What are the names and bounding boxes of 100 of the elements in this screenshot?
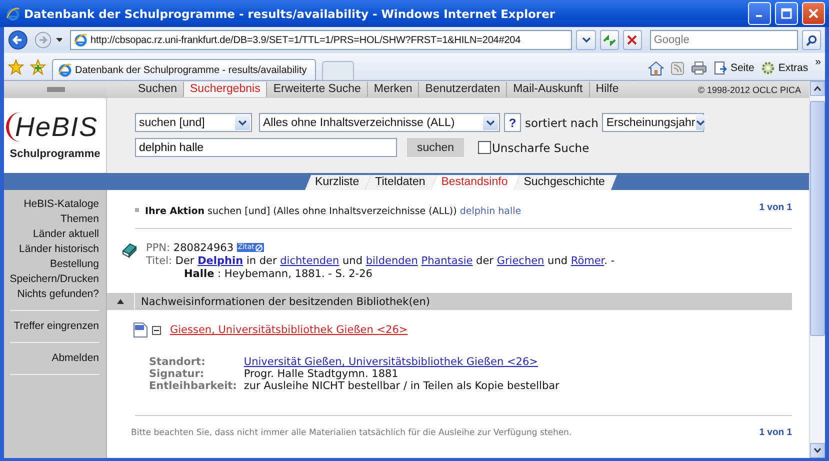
page-icon [58,63,72,77]
print-icon[interactable] [691,61,708,75]
nav-tab[interactable]: Benutzerdaten [418,82,506,97]
view-tab[interactable]: Titeldaten [365,175,438,190]
title-link[interactable]: Delphin [198,255,244,267]
library-link[interactable]: Giessen, Universitätsbibliothek Gießen <26> [170,324,408,336]
nav-tab[interactable]: Erweiterte Suche [266,82,367,97]
copyright-text: © 1998-2012 OCLC PICA [698,84,802,94]
nav-tab[interactable]: Mail-Auskunft [506,82,589,97]
field-value: Progr. Halle Stadtgymn. 1881 [244,368,400,380]
checkbox-label: Unscharfe Suche [492,140,590,154]
stop-button[interactable] [622,30,642,50]
caret-icon[interactable] [56,38,62,42]
title-link[interactable]: Griechen [496,255,544,267]
field-label: Entleihbarkeit: [149,380,237,392]
help-button[interactable]: ? [504,113,521,132]
field-label: Signatur: [149,368,206,380]
sidebar-item[interactable]: Treffer eingrenzen [14,319,99,334]
sidebar-item[interactable]: HeBIS-Kataloge [24,197,99,212]
caret-icon [814,86,821,91]
view-tab[interactable]: Kurzliste [305,175,372,190]
scroll-thumb[interactable] [810,101,825,336]
page-icon [714,61,728,75]
pager-text: 1 von 1 [759,202,792,213]
ppn-value: 280824963 [173,242,234,254]
gear-icon [761,61,776,75]
logo-subtitle: Schulprogramme [10,148,100,160]
sidebar-item[interactable]: Nichts gefunden? [17,287,99,302]
caret-icon [814,448,821,453]
imprint-text: Halle : Heybemann, 1881. - S. 2-26 [183,268,374,281]
query-field[interactable]: delphin halle [135,138,397,157]
search-icon [806,34,817,46]
close-icon [808,8,819,19]
field-value: zur Ausleihe NICHT bestellbar / in Teilen als Kopie bestellbar [244,380,560,392]
caret-icon [582,37,590,43]
browser-icon [6,6,20,20]
sidebar-item[interactable]: Bestellung [50,257,99,272]
pager-text: 1 von 1 [759,427,792,438]
nav-tab[interactable]: Suchergebnis [183,82,266,97]
book-icon [121,242,138,258]
back-button[interactable] [8,29,30,51]
search-button[interactable] [802,30,821,50]
overflow-button[interactable]: » [815,56,821,68]
sidebar-item[interactable]: Abmelden [52,351,99,366]
checkbox[interactable] [478,141,491,154]
footer-note: Bitte beachten Sie, dass nicht immer alle Materialien tatsächlich für die Ausleihe zur Verfügung stehen. [131,428,572,438]
sidebar-item[interactable]: Themen [60,212,99,227]
window-title: Datenbank der Schulprogramme - results/availability - Windows Internet Explorer [24,6,556,20]
nav-tab[interactable]: Hilfe [588,82,625,97]
scroll-down-button[interactable] [810,443,825,458]
scrollbar[interactable] [809,81,825,458]
document-icon [133,322,149,338]
title-link[interactable]: Phantasie [421,255,473,267]
nav-tab[interactable]: Suchen [132,82,184,97]
operator-dropdown[interactable]: suchen [und] [135,113,252,132]
ppn-label: PPN: [146,242,170,254]
tools-menu[interactable]: Extras [761,61,808,75]
title-text: Titel: Der Delphin in der dichtenden und bildenden Phantasie der Griechen und Römer. - [146,255,615,268]
caret-icon [696,120,706,126]
refresh-icon [602,34,616,46]
scroll-up-button[interactable] [810,81,825,96]
view-tab[interactable]: Suchgeschichte [514,175,617,190]
search-button[interactable]: suchen [407,138,464,157]
stop-icon [627,35,638,45]
sidebar-item[interactable]: Länder historisch [19,242,99,257]
section-title: Nachweisinformationen der besitzenden Bibliothek(en) [140,296,430,308]
browser-tab[interactable]: Datenbank der Schulprogramme - results/availability [52,59,316,80]
page-icon [74,33,88,47]
collapse-icon[interactable] [152,326,161,334]
search-field[interactable]: Google [650,30,798,50]
field-label: Standort: [149,356,206,368]
logo: HeBIS [6,112,104,142]
sidebar-item[interactable]: Speichern/Drucken [10,272,99,287]
link-icon [255,244,264,252]
index-dropdown[interactable]: Alles ohne Inhaltsverzeichnisse (ALL) [259,113,500,132]
home-icon[interactable] [648,60,664,76]
minimize-button[interactable] [748,2,771,25]
location-link[interactable]: Universität Gießen, Universitätsbibliothek Gießen <26> [244,356,792,368]
caret-icon [238,120,247,126]
action-text: Ihre Aktion suchen [und] (Alles ohne Inhaltsverzeichnisse (ALL)) delphin halle [135,202,522,217]
title-link[interactable]: bildenden [366,255,418,267]
sort-dropdown[interactable]: Erscheinungsjahr [602,113,704,132]
maximize-button[interactable] [775,2,798,25]
refresh-button[interactable] [600,30,619,50]
title-link[interactable]: Römer [570,255,604,267]
view-tab[interactable]: Bestandsinfo [431,175,520,190]
sort-label: sortiert nach [525,116,598,130]
close-button[interactable] [802,2,825,25]
maximize-icon [781,8,792,19]
collapse-icon [117,299,124,304]
caret-icon [486,120,495,126]
add-favorite-icon[interactable] [30,58,46,74]
page-menu[interactable]: Seite [714,61,754,75]
dropdown-button[interactable] [576,30,596,50]
star-icon[interactable] [8,58,24,74]
nav-tab[interactable]: Merken [366,82,418,97]
handle-icon[interactable] [46,87,64,92]
address-field[interactable]: http://cbsopac.rz.uni-frankfurt.de/DB=3.9/SET=1/TTL=1/PRS=HOL/SHW?FRST=1&HILN=204#204 [70,30,572,50]
sidebar-item[interactable]: Länder aktuell [33,227,99,242]
title-link[interactable]: dichtenden [280,255,340,267]
